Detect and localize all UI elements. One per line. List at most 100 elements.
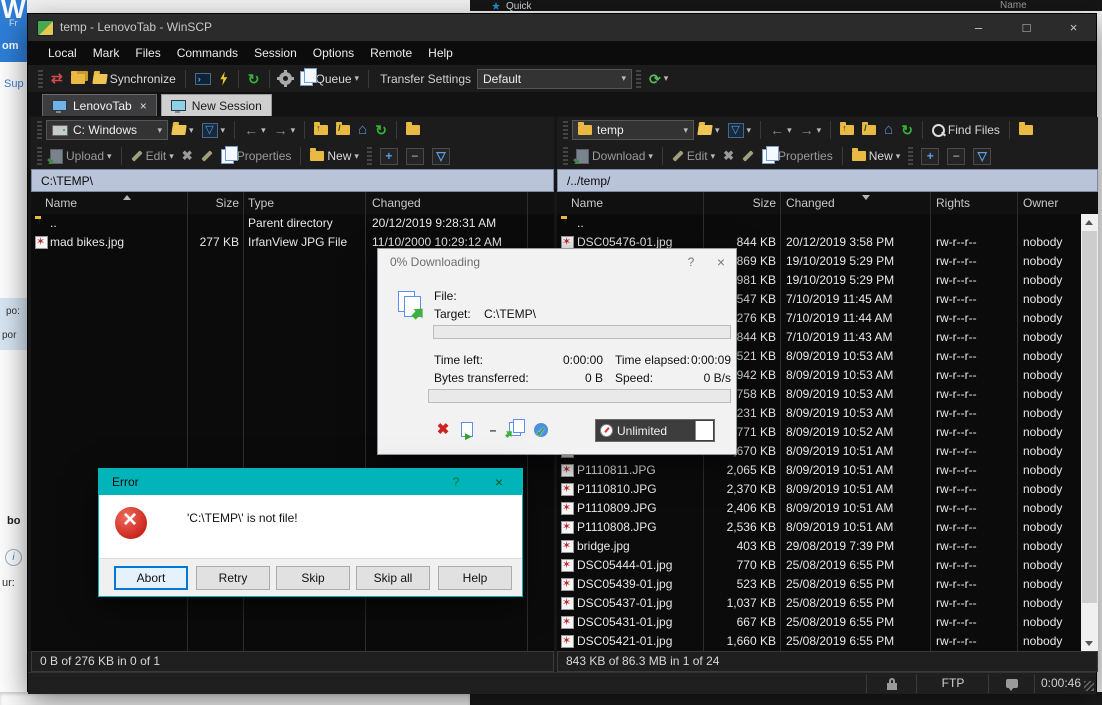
swap-panels-button[interactable]: ⇄	[47, 67, 67, 90]
vertical-scrollbar[interactable]	[1081, 214, 1098, 651]
synchronize-browsing-button[interactable]	[67, 71, 89, 87]
title-bar[interactable]: temp - LenovoTab - WinSCP – □ ×	[28, 14, 1096, 41]
column-header-name[interactable]: Name	[571, 192, 691, 214]
column-divider[interactable]	[780, 192, 781, 214]
select-button[interactable]: +	[376, 145, 402, 168]
help-button[interactable]: ?	[676, 249, 706, 275]
skip-file-icon[interactable]	[456, 419, 478, 441]
select-files-button[interactable]: ▽	[428, 145, 454, 168]
refresh-directory-button[interactable]: ↻	[897, 120, 917, 140]
toolbar-grip[interactable]	[37, 121, 42, 139]
column-header-owner[interactable]: Owner	[1023, 192, 1079, 214]
unselect-button[interactable]: −	[943, 145, 969, 168]
open-terminal-button[interactable]: ›	[191, 70, 215, 88]
remote-path-bar[interactable]: /../temp/	[557, 169, 1098, 192]
toolbar-grip[interactable]	[37, 147, 42, 165]
help-button[interactable]: ?	[441, 469, 471, 495]
filter-button[interactable]: ▽▾	[724, 120, 756, 141]
parent-directory-button[interactable]: ↑	[836, 122, 858, 138]
file-row[interactable]: DSC05437-01.jpg 1,037 KB 25/08/2019 6:55…	[557, 594, 1081, 613]
move-to-queue-icon[interactable]	[504, 419, 526, 441]
column-divider[interactable]	[527, 192, 528, 214]
maximize-button[interactable]: □	[1004, 14, 1049, 41]
new-button[interactable]: New ▾	[848, 146, 905, 166]
column-divider[interactable]	[187, 192, 188, 214]
root-directory-button[interactable]: /	[858, 122, 880, 138]
session-notes-cell[interactable]	[988, 674, 1035, 693]
select-button[interactable]: +	[917, 145, 943, 168]
refresh-session-button[interactable]: ↻	[244, 69, 264, 89]
transfer-settings-combo[interactable]: Default ▾	[477, 69, 632, 89]
root-directory-button[interactable]: /	[332, 122, 354, 138]
menu-item[interactable]: Session	[246, 41, 305, 65]
parent-directory-button[interactable]: ↑	[310, 122, 332, 138]
toolbar-grip[interactable]	[563, 147, 568, 165]
error-dialog-button[interactable]: Skip all	[356, 566, 430, 590]
protocol-cell[interactable]: FTP	[916, 674, 989, 693]
back-button[interactable]: ←▾	[240, 119, 270, 141]
file-row[interactable]: P1110811.JPG 2,065 KB 8/09/2019 10:51 AM…	[557, 461, 1081, 480]
back-button[interactable]: ←▾	[766, 119, 796, 141]
file-row[interactable]: P1110810.JPG 2,370 KB 8/09/2019 10:51 AM…	[557, 480, 1081, 499]
scroll-down-icon[interactable]	[1081, 634, 1098, 651]
minimize-button[interactable]: –	[956, 14, 1001, 41]
forward-button[interactable]: →▾	[270, 119, 300, 141]
cancel-transfer-icon[interactable]: ✖	[432, 419, 454, 441]
properties-button[interactable]: Properties	[217, 146, 296, 167]
find-files-button[interactable]: Find Files	[928, 120, 1004, 140]
column-header-changed[interactable]: Changed	[786, 192, 926, 214]
column-header-size[interactable]: Size	[151, 192, 239, 214]
error-dialog-button[interactable]: Skip	[276, 566, 350, 590]
file-row[interactable]: DSC05421-01.jpg 1,660 KB 25/08/2019 6:55…	[557, 632, 1081, 651]
scroll-up-icon[interactable]	[1081, 214, 1098, 231]
rename-button[interactable]	[738, 151, 758, 161]
toolbar-grip[interactable]	[908, 147, 913, 165]
close-button[interactable]: ×	[484, 469, 514, 495]
speed-limit-combo[interactable]: Unlimited	[595, 419, 715, 442]
column-divider[interactable]	[703, 192, 704, 214]
delete-button[interactable]: ✖	[719, 145, 738, 167]
column-header-changed[interactable]: Changed	[372, 192, 524, 214]
upload-button[interactable]: Upload ▾	[46, 146, 116, 167]
new-button[interactable]: New ▾	[306, 146, 363, 166]
scrollbar-thumb[interactable]	[1082, 231, 1097, 603]
minimize-dialog-icon[interactable]: –	[482, 419, 504, 441]
file-row[interactable]: DSC05444-01.jpg 770 KB 25/08/2019 6:55 P…	[557, 556, 1081, 575]
menu-item[interactable]: Options	[305, 41, 362, 65]
file-row[interactable]: ..	[557, 214, 1081, 233]
toolbar-grip[interactable]	[367, 147, 372, 165]
file-row[interactable]: .. Parent directory 20/12/2019 9:28:31 A…	[31, 214, 554, 233]
column-header-type[interactable]: Type	[248, 192, 362, 214]
menu-item[interactable]: Help	[420, 41, 461, 65]
tab-lenovotab[interactable]: LenovoTab ×	[42, 94, 157, 116]
transfer-options-button[interactable]: ⟳ ▾	[645, 69, 672, 89]
queue-button[interactable]: Queue ▾	[296, 68, 364, 89]
security-cell[interactable]	[866, 674, 917, 693]
toolbar-grip[interactable]	[38, 70, 43, 88]
rename-button[interactable]	[197, 151, 217, 161]
edit-button[interactable]: Edit ▾	[127, 146, 178, 166]
filter-button[interactable]: ▽▾	[198, 120, 230, 141]
file-row[interactable]: bridge.jpg 403 KB 29/08/2019 7:39 PM rw-…	[557, 537, 1081, 556]
error-dialog-button[interactable]: Help	[438, 566, 512, 590]
delete-button[interactable]: ✖	[178, 145, 197, 167]
file-row[interactable]: DSC05431-01.jpg 667 KB 25/08/2019 6:55 P…	[557, 613, 1081, 632]
file-row[interactable]: P1110809.JPG 2,406 KB 8/09/2019 10:51 AM…	[557, 499, 1081, 518]
menu-item[interactable]: Commands	[169, 41, 246, 65]
file-row[interactable]: P1110808.JPG 2,536 KB 8/09/2019 10:51 AM…	[557, 518, 1081, 537]
synchronize-button[interactable]: Synchronize	[89, 69, 180, 89]
column-divider[interactable]	[243, 192, 244, 214]
resize-grip[interactable]	[1084, 681, 1094, 691]
tab-new-session[interactable]: New Session	[161, 94, 272, 116]
refresh-directory-button[interactable]: ↻	[371, 120, 391, 140]
menu-item[interactable]: Remote	[362, 41, 420, 65]
home-directory-button[interactable]: ⌂	[354, 120, 371, 140]
column-divider[interactable]	[1017, 192, 1018, 214]
open-directory-button[interactable]: ▾	[168, 122, 198, 139]
open-in-explorer-button[interactable]	[402, 122, 424, 138]
menu-item[interactable]: Mark	[85, 41, 128, 65]
column-header-size[interactable]: Size	[698, 192, 776, 214]
tab-close-icon[interactable]: ×	[140, 99, 147, 113]
toolbar-grip[interactable]	[636, 70, 641, 88]
open-putty-button[interactable]	[215, 69, 233, 89]
